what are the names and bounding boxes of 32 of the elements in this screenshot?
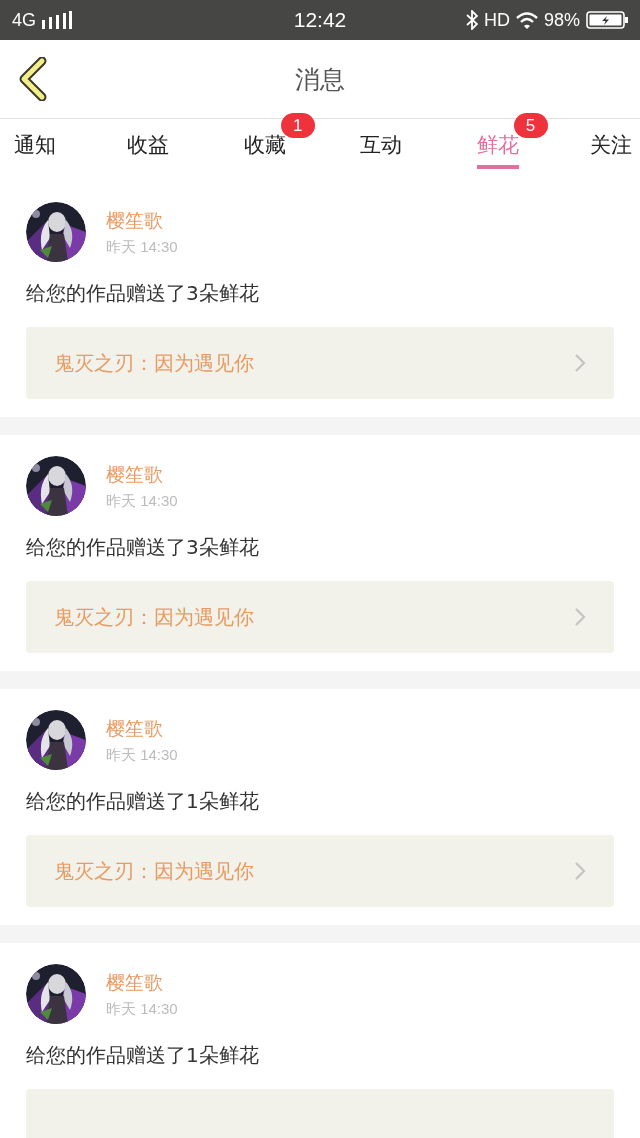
tab[interactable]: 互动 (360, 119, 403, 169)
message-text: 给您的作品赠送了3朵鲜花 (26, 534, 260, 561)
signal-icon (42, 11, 72, 29)
tab[interactable]: 收益 (127, 119, 170, 169)
work-link[interactable]: 鬼灭之刃：因为遇见你 (26, 835, 614, 907)
hd-label: HD (483, 9, 510, 31)
message-text: 给您的作品赠送了3朵鲜花 (26, 280, 260, 307)
work-link[interactable]: 鬼灭之刃：因为遇见你 (26, 581, 614, 653)
timestamp: 昨天 14:30 (106, 492, 178, 511)
timestamp: 昨天 14:30 (106, 746, 178, 765)
chevron-right-icon (574, 353, 586, 373)
battery-percent: 98% (543, 9, 580, 31)
tab[interactable]: 通知 (14, 119, 56, 169)
battery-icon (586, 11, 628, 29)
network-label: 4G (12, 9, 36, 31)
chevron-right-icon (574, 607, 586, 627)
message-text: 给您的作品赠送了1朵鲜花 (26, 788, 260, 815)
count-badge: 5 (513, 113, 548, 138)
wifi-icon (515, 11, 538, 29)
user-name[interactable]: 樱笙歌 (106, 462, 178, 488)
chevron-right-icon (574, 861, 586, 881)
timestamp: 昨天 14:30 (106, 1000, 178, 1019)
clock: 12:42 (293, 8, 347, 32)
bluetooth-icon (465, 10, 478, 30)
user-name[interactable]: 樱笙歌 (106, 716, 178, 742)
timestamp: 昨天 14:30 (106, 238, 178, 257)
message-text: 给您的作品赠送了1朵鲜花 (26, 1042, 260, 1069)
work-link[interactable]: 鬼灭之刃：因为遇见你 (26, 327, 614, 399)
user-name[interactable]: 樱笙歌 (106, 208, 178, 234)
tab[interactable]: 关注 (589, 119, 632, 169)
user-name[interactable]: 樱笙歌 (106, 970, 178, 996)
page-title: 消息 (295, 63, 345, 96)
